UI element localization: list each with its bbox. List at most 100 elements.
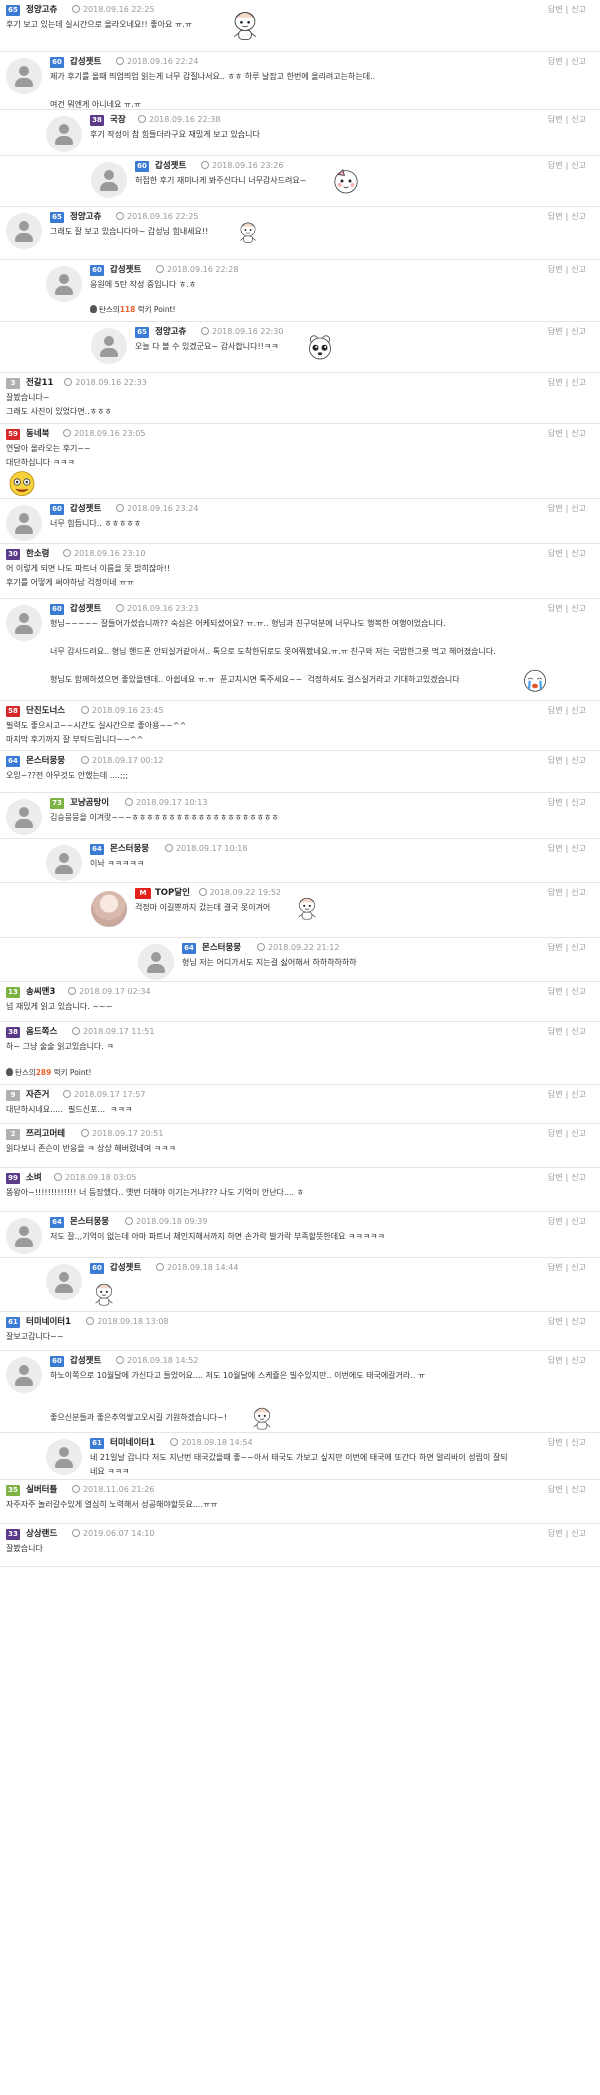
reply-button[interactable]: 답변 xyxy=(548,115,563,124)
author-name[interactable]: 갑성젯트 xyxy=(110,263,141,277)
avatar[interactable] xyxy=(46,116,82,152)
report-button[interactable]: 신고 xyxy=(571,1438,586,1447)
report-button[interactable]: 신고 xyxy=(571,5,586,14)
author-name[interactable]: 단진도너스 xyxy=(26,704,65,718)
report-button[interactable]: 신고 xyxy=(571,1356,586,1365)
avatar[interactable] xyxy=(6,799,42,835)
reply-button[interactable]: 답변 xyxy=(548,943,563,952)
reply-button[interactable]: 답변 xyxy=(548,161,563,170)
reply-button[interactable]: 답변 xyxy=(548,1529,563,1538)
reply-button[interactable]: 답변 xyxy=(548,798,563,807)
author-name[interactable]: 정양고츄 xyxy=(155,325,186,339)
avatar[interactable] xyxy=(138,944,174,980)
author-name[interactable]: 몬스터뭉뭉 xyxy=(202,941,241,955)
report-button[interactable]: 신고 xyxy=(571,549,586,558)
report-button[interactable]: 신고 xyxy=(571,1263,586,1272)
author-name[interactable]: 갑성젯트 xyxy=(70,602,101,616)
report-button[interactable]: 신고 xyxy=(571,504,586,513)
report-button[interactable]: 신고 xyxy=(571,943,586,952)
report-button[interactable]: 신고 xyxy=(571,1529,586,1538)
author-name[interactable]: 송씨맨3 xyxy=(26,985,55,999)
report-button[interactable]: 신고 xyxy=(571,1217,586,1226)
report-button[interactable]: 신고 xyxy=(571,212,586,221)
reply-button[interactable]: 답변 xyxy=(548,1263,563,1272)
avatar[interactable] xyxy=(6,1218,42,1254)
report-button[interactable]: 신고 xyxy=(571,429,586,438)
avatar[interactable] xyxy=(6,1357,42,1393)
author-name[interactable]: 터미네이터1 xyxy=(110,1436,155,1450)
reply-button[interactable]: 답변 xyxy=(548,1090,563,1099)
reply-button[interactable]: 답변 xyxy=(548,378,563,387)
author-name[interactable]: 소벼 xyxy=(26,1171,42,1185)
reply-button[interactable]: 답변 xyxy=(548,1027,563,1036)
reply-button[interactable]: 답변 xyxy=(548,327,563,336)
reply-button[interactable]: 답변 xyxy=(548,504,563,513)
author-name[interactable]: 몬스터뭉뭉 xyxy=(70,1215,109,1229)
author-name[interactable]: 갑성젯트 xyxy=(155,159,186,173)
avatar[interactable] xyxy=(46,266,82,302)
author-name[interactable]: 갑성젯트 xyxy=(70,502,101,516)
author-name[interactable]: 동네북 xyxy=(26,427,49,441)
reply-button[interactable]: 답변 xyxy=(548,888,563,897)
reply-button[interactable]: 답변 xyxy=(548,1317,563,1326)
author-name[interactable]: 정양고츄 xyxy=(26,3,57,17)
author-name[interactable]: 몬스터뭉뭉 xyxy=(110,842,149,856)
report-button[interactable]: 신고 xyxy=(571,1129,586,1138)
avatar[interactable] xyxy=(91,162,127,198)
report-button[interactable]: 신고 xyxy=(571,888,586,897)
author-name[interactable]: 몬스터뭉뭉 xyxy=(26,754,65,768)
report-button[interactable]: 신고 xyxy=(571,1090,586,1099)
author-name[interactable]: TOP달인 xyxy=(155,886,190,900)
reply-button[interactable]: 답변 xyxy=(548,57,563,66)
reply-button[interactable]: 답변 xyxy=(548,1173,563,1182)
author-name[interactable]: 갑성젯트 xyxy=(70,55,101,69)
author-name[interactable]: 갑성젯트 xyxy=(110,1261,141,1275)
reply-button[interactable]: 답변 xyxy=(548,5,563,14)
report-button[interactable]: 신고 xyxy=(571,1027,586,1036)
avatar[interactable] xyxy=(46,1439,82,1475)
report-button[interactable]: 신고 xyxy=(571,265,586,274)
author-name[interactable]: 국장 xyxy=(110,113,126,127)
report-button[interactable]: 신고 xyxy=(571,987,586,996)
reply-button[interactable]: 답변 xyxy=(548,1129,563,1138)
reply-button[interactable]: 답변 xyxy=(548,429,563,438)
author-name[interactable]: 옴드쪽스 xyxy=(26,1025,57,1039)
reply-button[interactable]: 답변 xyxy=(548,706,563,715)
avatar[interactable] xyxy=(91,328,127,364)
reply-button[interactable]: 답변 xyxy=(548,265,563,274)
author-name[interactable]: 터미네이터1 xyxy=(26,1315,71,1329)
report-button[interactable]: 신고 xyxy=(571,1317,586,1326)
reply-button[interactable]: 답변 xyxy=(548,987,563,996)
avatar[interactable] xyxy=(46,845,82,881)
reply-button[interactable]: 답변 xyxy=(548,212,563,221)
author-name[interactable]: 한소령 xyxy=(26,547,49,561)
reply-button[interactable]: 답변 xyxy=(548,844,563,853)
report-button[interactable]: 신고 xyxy=(571,706,586,715)
report-button[interactable]: 신고 xyxy=(571,604,586,613)
reply-button[interactable]: 답변 xyxy=(548,1356,563,1365)
report-button[interactable]: 신고 xyxy=(571,327,586,336)
author-name[interactable]: 실버터틀 xyxy=(26,1483,57,1497)
reply-button[interactable]: 답변 xyxy=(548,604,563,613)
report-button[interactable]: 신고 xyxy=(571,798,586,807)
reply-button[interactable]: 답변 xyxy=(548,756,563,765)
author-name[interactable]: 정양고츄 xyxy=(70,210,101,224)
avatar[interactable] xyxy=(6,605,42,641)
author-name[interactable]: 자즌거 xyxy=(26,1088,49,1102)
report-button[interactable]: 신고 xyxy=(571,57,586,66)
avatar[interactable] xyxy=(46,1264,82,1300)
author-name[interactable]: 상상랜드 xyxy=(26,1527,57,1541)
report-button[interactable]: 신고 xyxy=(571,1173,586,1182)
report-button[interactable]: 신고 xyxy=(571,161,586,170)
avatar[interactable] xyxy=(6,213,42,249)
author-name[interactable]: 갑성젯트 xyxy=(70,1354,101,1368)
reply-button[interactable]: 답변 xyxy=(548,1217,563,1226)
avatar[interactable] xyxy=(91,891,127,927)
report-button[interactable]: 신고 xyxy=(571,844,586,853)
avatar[interactable] xyxy=(6,58,42,94)
report-button[interactable]: 신고 xyxy=(571,1485,586,1494)
report-button[interactable]: 신고 xyxy=(571,378,586,387)
author-name[interactable]: 쯔리고머테 xyxy=(26,1127,65,1141)
report-button[interactable]: 신고 xyxy=(571,756,586,765)
reply-button[interactable]: 답변 xyxy=(548,1485,563,1494)
